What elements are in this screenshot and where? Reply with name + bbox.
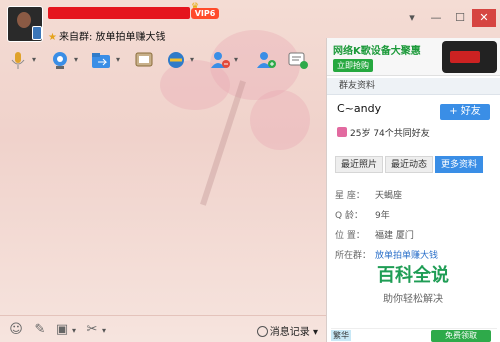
tab-more-info[interactable]: 更多资料	[435, 156, 484, 173]
clock-icon	[256, 326, 268, 337]
image-icon[interactable]: ▣	[54, 322, 70, 338]
remove-user-button[interactable]	[206, 48, 234, 72]
watermark-subtitle: 助你轻松解决	[383, 294, 443, 305]
file-transfer-button[interactable]	[88, 48, 116, 72]
watermark-logo: 百科全说 助你轻松解决	[349, 262, 477, 314]
add-user-button[interactable]	[252, 48, 280, 72]
screen-share-icon	[135, 52, 153, 67]
detail-value: 9年	[375, 211, 390, 221]
chevron-down-icon[interactable]: ▾	[74, 55, 78, 64]
bottom-ad-label: 繁华	[331, 330, 351, 341]
detail-value: 天蝎座	[375, 191, 403, 201]
chevron-down-icon[interactable]: ▾	[190, 55, 194, 64]
detail-key: Q 龄：	[335, 211, 363, 221]
source-group: ★ 来自群: 放单拍单赚大钱	[48, 28, 166, 43]
input-toolbar: ☺ ✎ ▣ ▾ ✂ ▾ 消息记录 ▾	[0, 315, 326, 342]
chat-window: ♛ VIP6 ★ 来自群: 放单拍单赚大钱 ▾ — ☐ ✕ ▾ ▾ ▾ ▾ ▾ …	[0, 0, 500, 342]
group-name[interactable]: 放单拍单赚大钱	[96, 32, 166, 43]
maximize-button[interactable]: ☐	[448, 9, 472, 27]
remote-assist-icon	[168, 52, 184, 68]
chat-toolbar: ▾ ▾ ▾ ▾ ▾	[0, 46, 325, 74]
bottom-ad[interactable]: 繁华 免费领取	[331, 328, 497, 342]
remote-assist-button[interactable]	[162, 48, 190, 72]
menu-dropdown-button[interactable]: ▾	[400, 9, 424, 27]
chevron-down-icon[interactable]: ▾	[102, 326, 106, 335]
chevron-down-icon[interactable]: ▾	[234, 55, 238, 64]
message-history-icon	[288, 52, 308, 69]
detail-key: 星 座：	[335, 191, 365, 201]
member-summary: 25岁 74个共同好友	[337, 126, 430, 139]
chat-message-area[interactable]	[0, 75, 326, 315]
female-icon	[337, 127, 347, 137]
minimize-button[interactable]: —	[424, 9, 448, 27]
video-button[interactable]	[46, 48, 74, 72]
remove-user-icon	[211, 52, 230, 68]
star-icon: ★	[48, 32, 57, 43]
age-info: 25岁 74个共同好友	[350, 129, 430, 139]
detail-row: 星 座： 天蝎座	[335, 186, 495, 206]
watermark-title: 百科全说	[377, 265, 449, 286]
font-icon[interactable]: ✎	[32, 322, 48, 338]
detail-row: 位 置： 福建 厦门	[335, 226, 495, 246]
chevron-down-icon[interactable]: ▾	[116, 55, 120, 64]
screen-share-button[interactable]	[130, 48, 158, 72]
ad-banner[interactable]: 网络K歌设备大聚惠 立即抢购	[327, 38, 500, 76]
scissors-icon[interactable]: ✂	[84, 322, 100, 338]
emoji-icon[interactable]: ☺	[8, 322, 24, 338]
avatar-face	[17, 12, 31, 28]
window-controls: ▾ — ☐ ✕	[400, 9, 496, 27]
detail-key: 位 置：	[335, 231, 365, 241]
message-history-button[interactable]	[284, 48, 312, 72]
chevron-down-icon[interactable]: ▾	[72, 326, 76, 335]
add-user-icon	[257, 52, 276, 68]
profile-tabs: 最近照片 最近动态 更多资料	[335, 156, 484, 173]
mobile-online-icon	[32, 26, 42, 40]
close-button[interactable]: ✕	[472, 9, 496, 27]
headphones-product-icon	[442, 41, 497, 73]
chevron-down-icon[interactable]: ▾	[32, 55, 36, 64]
detail-row: Q 龄： 9年	[335, 206, 495, 226]
message-history-link[interactable]: 消息记录 ▾	[256, 323, 318, 338]
detail-value: 福建 厦门	[375, 231, 414, 241]
add-friend-button[interactable]: + 好友	[440, 104, 490, 120]
contact-name-redacted[interactable]	[48, 7, 190, 19]
ad-buy-button[interactable]: 立即抢购	[333, 59, 373, 72]
microphone-icon	[11, 52, 25, 69]
tab-recent-photos[interactable]: 最近照片	[335, 156, 384, 173]
bottom-ad-button[interactable]: 免费领取	[431, 330, 491, 342]
profile-details: 星 座： 天蝎座 Q 龄： 9年 位 置： 福建 厦门 所在群： 放单拍单赚大钱	[335, 186, 495, 266]
tab-recent-updates[interactable]: 最近动态	[385, 156, 434, 173]
file-transfer-icon	[92, 53, 110, 68]
member-profile-panel: 网络K歌设备大聚惠 立即抢购 群友资料 C~andy + 好友 25岁 74个共…	[326, 38, 500, 342]
from-label: 来自群:	[58, 32, 93, 43]
group-link[interactable]: 放单拍单赚大钱	[375, 251, 438, 261]
ad-title: 网络K歌设备大聚惠	[333, 46, 421, 57]
section-header: 群友资料	[327, 78, 500, 95]
history-label: 消息记录	[269, 327, 310, 338]
microphone-button[interactable]	[4, 48, 32, 72]
member-nickname: C~andy	[337, 102, 382, 115]
contact-avatar[interactable]	[7, 6, 43, 42]
vip-badge[interactable]: VIP6	[191, 8, 219, 19]
video-icon	[53, 52, 67, 69]
